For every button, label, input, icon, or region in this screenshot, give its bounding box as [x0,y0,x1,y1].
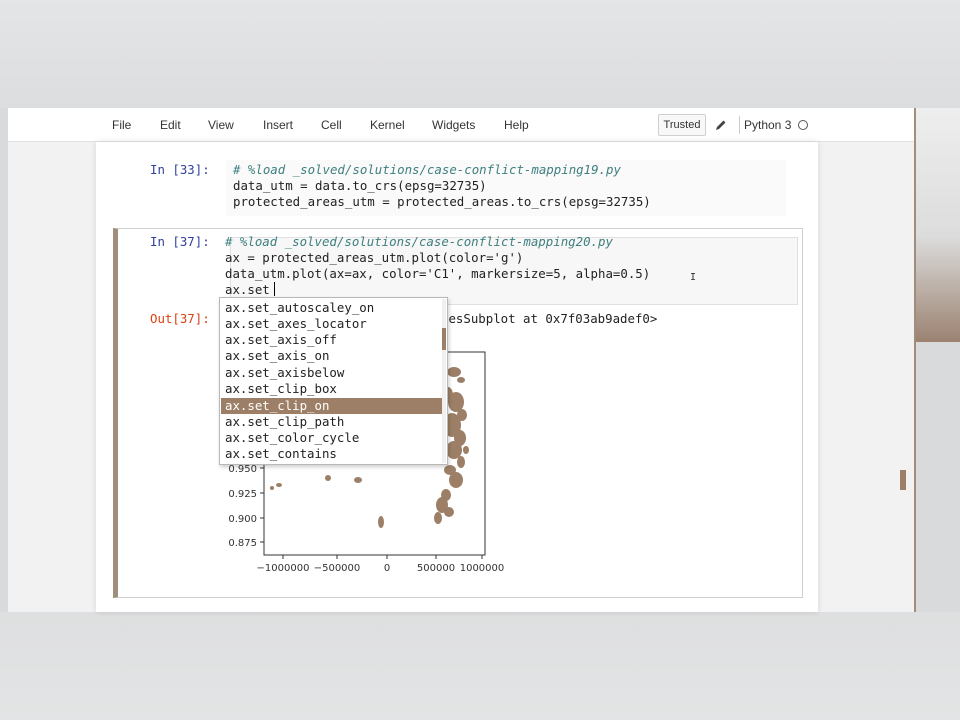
pencil-icon[interactable] [715,119,727,131]
menu-kernel[interactable]: Kernel [370,118,405,132]
plot-region-blob [444,507,454,517]
menu-view[interactable]: View [208,118,234,132]
plot-region-blob [463,446,469,454]
cell-33-line-1: # %load _solved/solutions/case-conflict-… [233,162,621,177]
y-tick-label: 0.875 [228,538,257,549]
autocomplete-item[interactable]: ax.set_axis_off [221,332,444,348]
menu-widgets[interactable]: Widgets [432,118,475,132]
plot-region-blob [457,456,465,468]
plot-region-blob [448,392,464,412]
cell-33-line-2: data_utm = data.to_crs(epsg=32735) [233,178,487,193]
plot-region-blob [446,441,462,459]
cell-37-line-1: # %load _solved/solutions/case-conflict-… [225,234,613,249]
x-tick-label: 0 [384,563,390,574]
background-right-panel [916,108,960,342]
plot-region-blob [457,377,465,383]
plot-region-blob [354,477,362,483]
plot-x-ticks: −1000000 −500000 0 500000 1000000 [257,555,505,574]
cell-37-line-4[interactable]: ax.set [225,282,270,298]
cell-33-prompt: In [33]: [150,162,210,177]
cell-33-line-3: protected_areas_utm = protected_areas.to… [233,194,651,209]
autocomplete-scroll-thumb[interactable] [442,328,446,350]
window-scrollbar-thumb[interactable] [900,470,906,490]
y-tick-label: 0.925 [228,489,257,500]
cell-37-line-2: ax = protected_areas_utm.plot(color='g') [225,250,524,265]
x-tick-label: −1000000 [257,563,310,574]
plot-region-blob [270,486,274,490]
trusted-button[interactable]: Trusted [658,114,706,136]
y-tick-label: 0.950 [228,464,257,475]
plot-region-blob [434,512,442,524]
autocomplete-item[interactable]: ax.set_axisbelow [221,365,444,381]
text-cursor [274,282,275,296]
autocomplete-item[interactable]: ax.set_contains [221,446,444,462]
kernel-status-icon [798,120,808,130]
autocomplete-item[interactable]: ax.set_axes_locator [221,316,444,332]
autocomplete-item[interactable]: ax.set_axis_on [221,348,444,364]
autocomplete-item[interactable]: ax.set_autoscaley_on [221,300,444,316]
autocomplete-item[interactable]: ax.set_color_cycle [221,430,444,446]
kernel-name: Python 3 [744,118,792,132]
autocomplete-item[interactable]: ax.set_clip_path [221,414,444,430]
menu-insert[interactable]: Insert [263,118,293,132]
plot-region-blob [449,472,463,488]
menu-help[interactable]: Help [504,118,529,132]
menubar: File Edit View Insert Cell Kernel Widget… [8,108,914,142]
cell-37-out-prompt: Out[37]: [150,311,210,326]
ibeam-cursor-icon: I [690,272,697,283]
menubar-divider [739,116,740,134]
autocomplete-scroll-track[interactable] [442,299,446,463]
menu-file[interactable]: File [112,118,131,132]
autocomplete-item-selected[interactable]: ax.set_clip_on [221,398,444,414]
cell-37-output-text: xesSubplot at 0x7f03ab9adef0> [441,311,658,326]
plot-y-ticks: 0.950 0.925 0.900 0.875 [228,464,264,549]
x-tick-label: 500000 [417,563,455,574]
autocomplete-item[interactable]: ax.set_clip_box [221,381,444,397]
x-tick-label: 1000000 [460,563,505,574]
background-bottom [0,612,960,720]
x-tick-label: −500000 [314,563,361,574]
plot-region-blob [325,475,331,481]
menu-edit[interactable]: Edit [160,118,181,132]
cell-37-line-3: data_utm.plot(ax=ax, color='C1', markers… [225,266,651,281]
plot-region-blob [276,483,282,487]
plot-region-blob [447,367,461,377]
y-tick-label: 0.900 [228,514,257,525]
menu-cell[interactable]: Cell [321,118,342,132]
plot-region-blob [378,516,384,528]
cell-37-prompt: In [37]: [150,234,210,249]
background-top [0,0,960,108]
autocomplete-dropdown[interactable]: ax.set_autoscaley_on ax.set_axes_locator… [219,297,448,465]
